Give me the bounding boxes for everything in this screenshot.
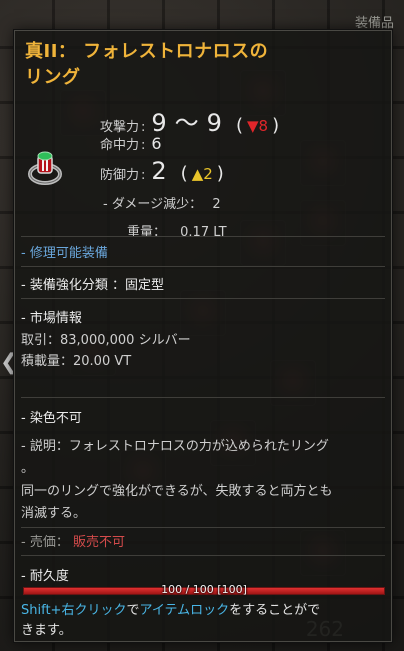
description-line-4: 消滅する。 <box>21 506 87 521</box>
stat-defense-up-arrow-icon: ▲ <box>191 165 204 183</box>
stat-attack: 攻撃力 : 9 ～ 9 ( ▼ 8 ) <box>89 103 283 138</box>
stat-attack-min: 9 <box>151 109 167 137</box>
stat-defense-value: 2 <box>151 157 167 185</box>
divider <box>21 298 385 299</box>
ring-icon <box>25 148 65 188</box>
description-line-1: - 説明：フォレストロナロスの力が込められたリング <box>21 439 329 454</box>
stat-damage-reduction: - ダメージ減少： 2 <box>103 193 221 212</box>
item-lock-key: Shift+右クリック <box>21 603 127 618</box>
inventory-title: 装備品 <box>354 16 394 31</box>
durability-text: 100 / 100 [100] <box>161 583 247 596</box>
stat-accuracy-label: 命中力 <box>99 138 139 153</box>
divider <box>21 397 385 398</box>
enhance-type-text: - 装備強化分類 ：固定型 <box>21 278 164 293</box>
item-tooltip: 真II： フォレストロナロスの リング 攻撃力 : 9 ～ 9 ( ▼ 8 ) … <box>14 30 392 642</box>
stat-accuracy: 命中力 : 6 <box>89 134 162 153</box>
stat-attack-tilde: ～ <box>174 109 199 137</box>
stat-weight-label: 重量： <box>127 225 167 240</box>
stat-attack-label: 攻撃力 <box>99 120 139 135</box>
divider <box>21 527 385 528</box>
description-line-2: 。 <box>21 461 35 476</box>
divider <box>21 236 385 237</box>
divider <box>21 555 385 556</box>
item-name-line1: 真II： フォレストロナロスの <box>25 41 269 62</box>
market-header: - 市場情報 <box>21 311 82 326</box>
durability-label: - 耐久度 <box>21 569 69 584</box>
stat-accuracy-value: 6 <box>151 134 162 153</box>
stat-defense: 防御力 : 2 ( ▲ 2 ) <box>89 157 228 185</box>
item-name-line2: リング <box>25 67 81 88</box>
divider <box>21 266 385 267</box>
stat-damage-reduction-label: - ダメージ減少： <box>103 197 203 212</box>
stat-attack-change: 8 <box>258 117 269 135</box>
stat-weight: 重量： 0.17 LT <box>127 221 227 240</box>
repairable-text: - 修理可能装備 <box>21 246 108 261</box>
stat-attack-max: 9 <box>206 109 222 137</box>
sale-price: - 売価： 販売不可 <box>21 531 125 550</box>
item-name: 真II： フォレストロナロスの リング <box>25 39 365 91</box>
stat-damage-reduction-value: 2 <box>212 197 221 212</box>
description-line-3: 同一のリングで強化ができるが、失敗すると両方とも <box>21 484 333 499</box>
item-lock-hint: Shift+右クリックでアイテムロックをすることがで きます。 <box>21 603 321 638</box>
stat-defense-label: 防御力 <box>99 168 139 183</box>
no-dye-text: - 染色不可 <box>21 411 82 426</box>
stat-attack-down-arrow-icon: ▼ <box>246 117 259 135</box>
stat-defense-change: 2 <box>203 165 213 183</box>
stored-weight-text: 積載量：20.00 VT <box>21 354 132 369</box>
trade-price-text: 取引：83,000,000 シルバー <box>21 333 191 348</box>
stat-weight-value: 0.17 LT <box>180 225 227 240</box>
item-lock-action: アイテムロック <box>139 603 230 618</box>
sale-price-value: 販売不可 <box>72 535 125 550</box>
sale-price-label: - 売価： <box>21 535 69 550</box>
